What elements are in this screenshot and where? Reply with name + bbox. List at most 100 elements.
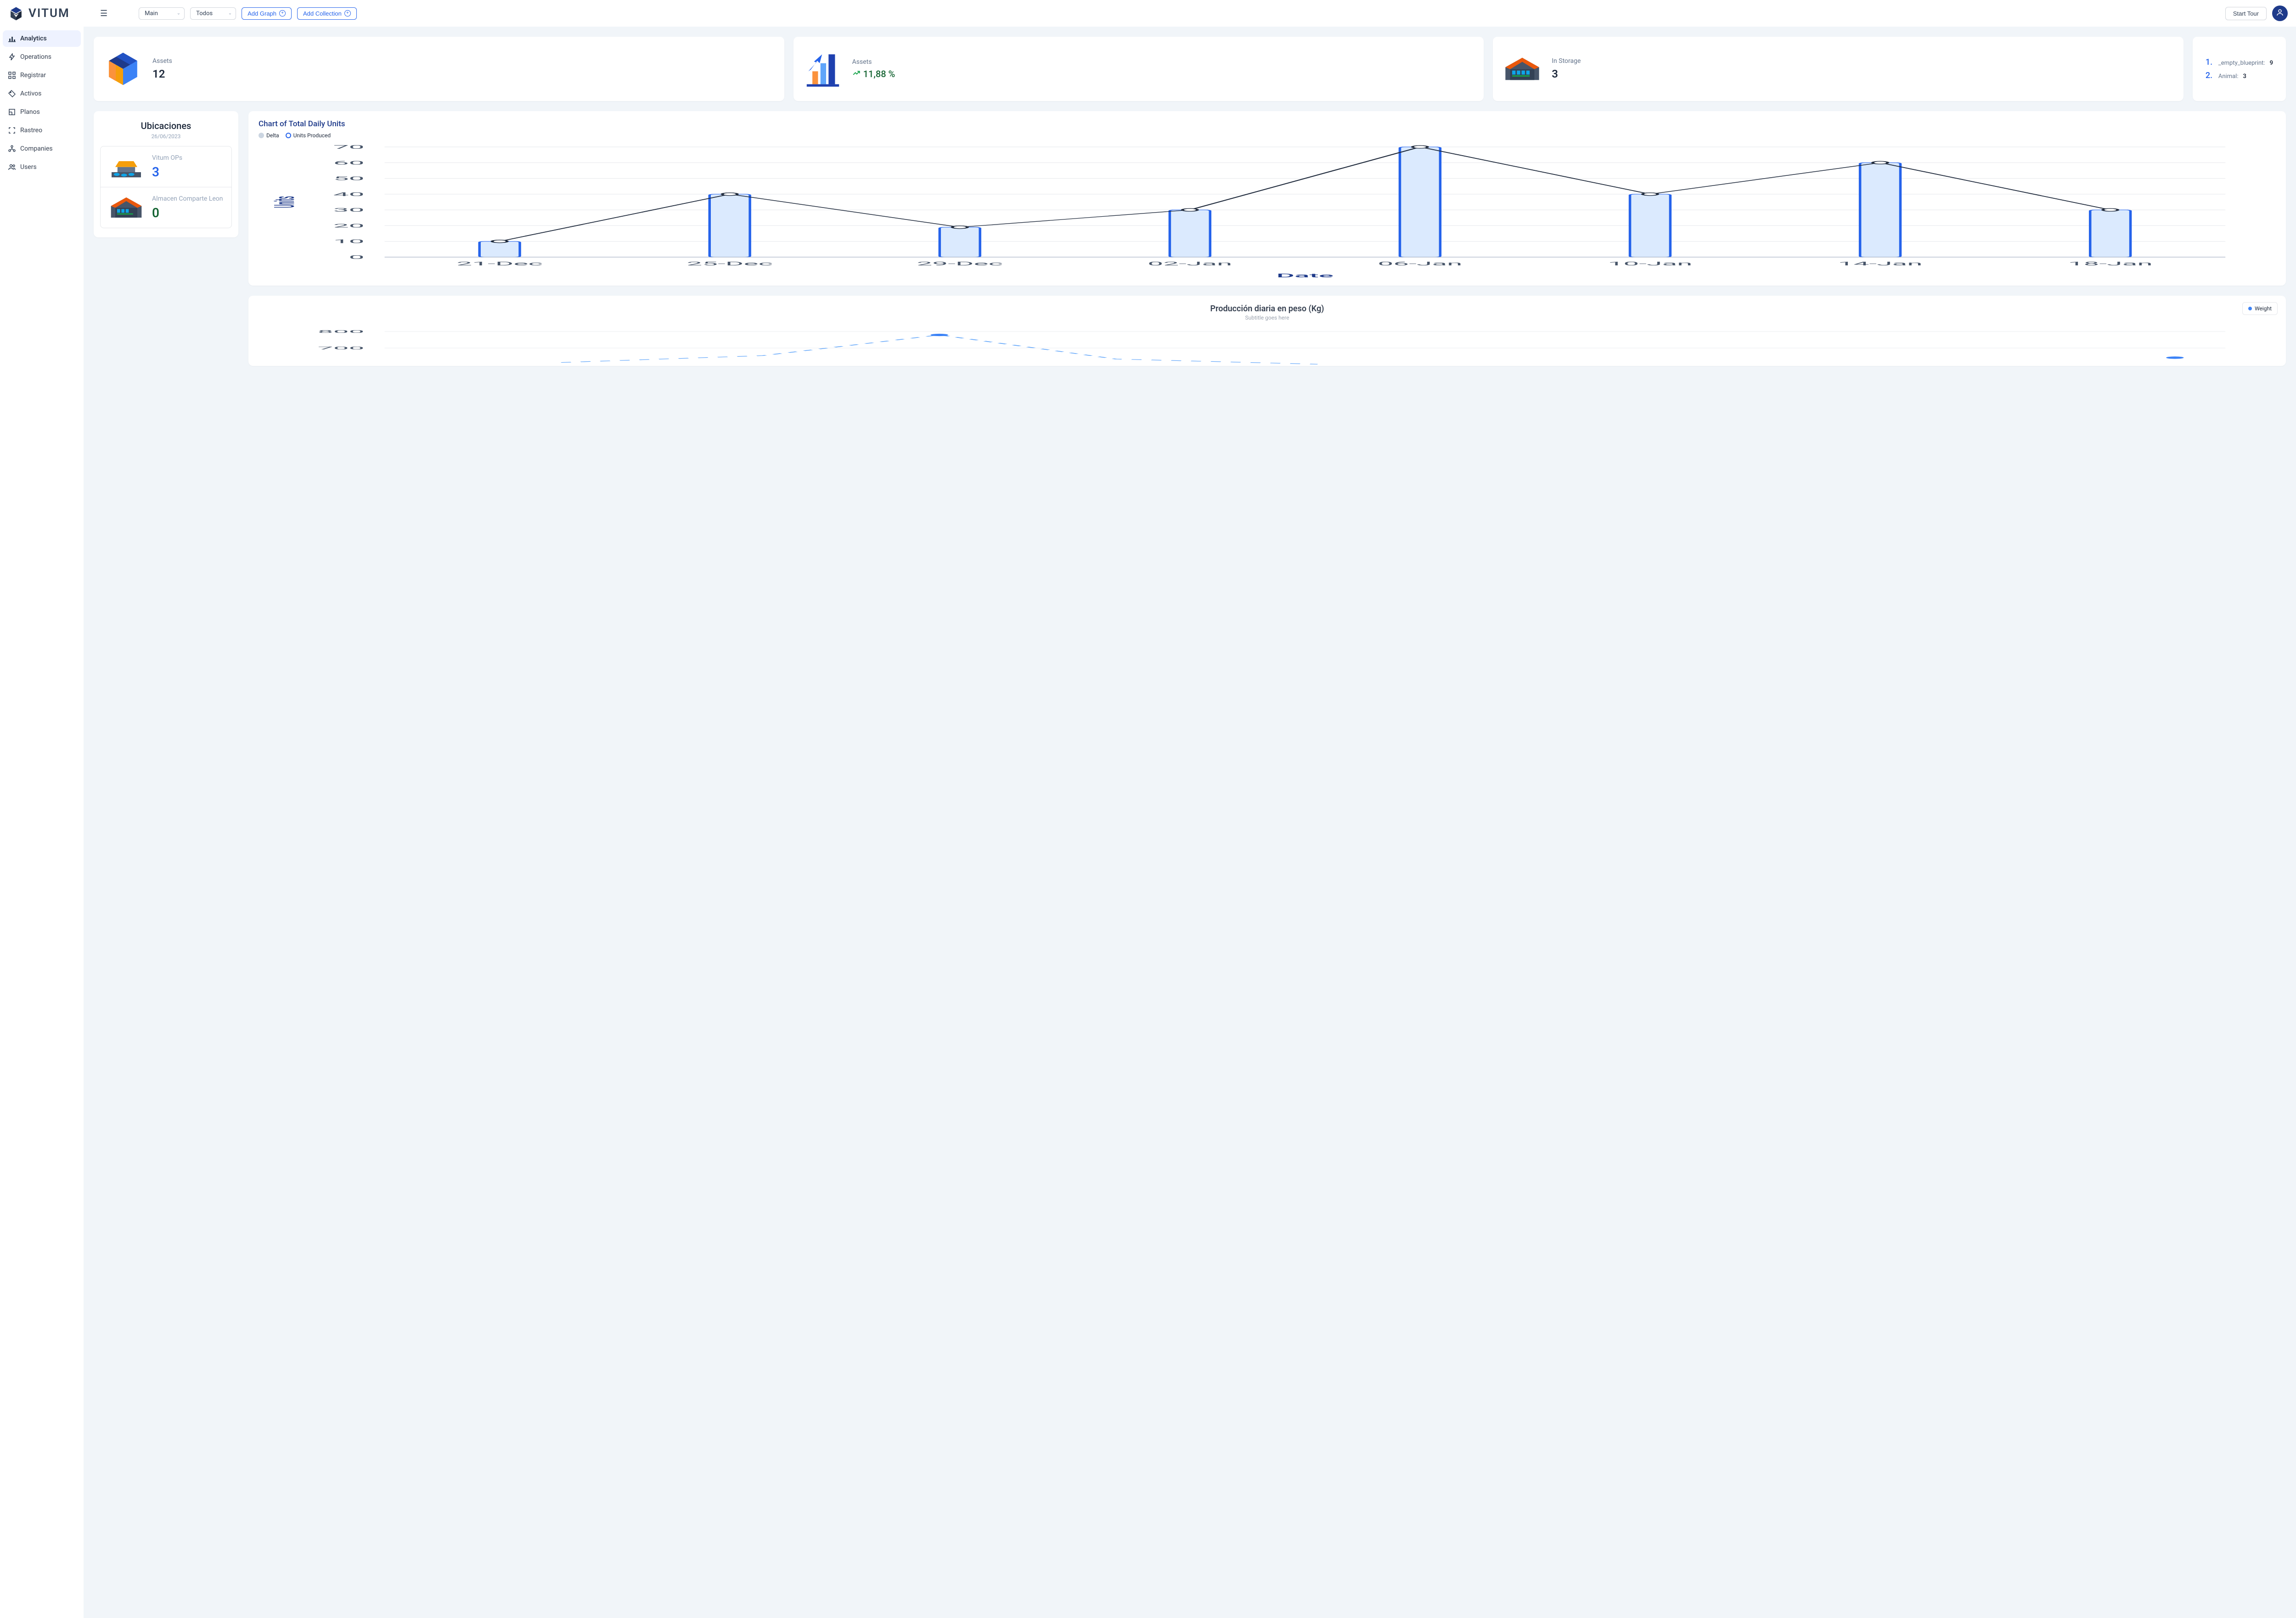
location-count: 3 (152, 164, 182, 180)
stat-value: 11,88 % (852, 68, 895, 79)
location-count: 0 (152, 205, 223, 220)
chart2-plot-area[interactable]: 800700 (259, 325, 2276, 366)
rank-row: 2. Animal: 3 (2206, 71, 2273, 80)
chart-daily-units: Chart of Total Daily Units Delta Units P… (248, 111, 2286, 286)
stat-value: 12 (152, 67, 172, 80)
lot-icon (108, 154, 145, 180)
warehouse-icon (108, 195, 145, 220)
warehouse-icon (1502, 49, 1542, 89)
chart2-subtitle: Subtitle goes here (259, 315, 2276, 321)
svg-text:Units: Units (268, 196, 301, 208)
user-avatar[interactable] (2272, 6, 2288, 21)
stat-card-growth: Assets 11,88 % (793, 37, 1484, 101)
svg-text:50: 50 (333, 175, 365, 181)
svg-text:29-Dec: 29-Dec (917, 261, 1003, 267)
sidebar-item-users[interactable]: Users (3, 159, 81, 175)
plus-circle-icon: + (344, 10, 351, 17)
select-filter[interactable]: Todos ⌄ (190, 7, 236, 20)
svg-text:06-Jan: 06-Jan (1378, 261, 1462, 267)
stat-label: In Storage (1552, 57, 1581, 65)
select-filter-value: Todos (196, 10, 213, 17)
logo-icon (8, 6, 24, 21)
sidebar-item-planos[interactable]: Planos (3, 104, 81, 120)
rank-value: 3 (2243, 73, 2246, 80)
chart2-title: Producción diaria en peso (Kg) (259, 304, 2276, 314)
location-name: Almacen Comparte Leon (152, 195, 223, 203)
sidebar-item-label: Rastreo (20, 127, 42, 134)
logo[interactable]: VITUM (8, 6, 91, 21)
add-collection-button[interactable]: Add Collection + (297, 7, 357, 20)
main-content: Assets 12 Assets (84, 27, 2296, 1618)
stat-card-assets: Assets 12 (94, 37, 784, 101)
chart-bar-icon (8, 35, 16, 42)
select-main[interactable]: Main ⌄ (139, 7, 185, 20)
svg-text:70: 70 (333, 144, 365, 150)
sidebar-item-companies[interactable]: Companies (3, 140, 81, 157)
chart2-legend[interactable]: Weight (2242, 302, 2278, 315)
sidebar-item-rastreo[interactable]: Rastreo (3, 122, 81, 139)
rank-number: 2. (2206, 71, 2216, 80)
svg-text:20: 20 (333, 223, 365, 229)
location-name: Vitum OPs (152, 154, 182, 162)
users-icon (8, 163, 16, 171)
legend-units-produced[interactable]: Units Produced (286, 132, 331, 139)
chevron-down-icon: ⌄ (177, 11, 180, 16)
svg-text:800: 800 (318, 329, 365, 334)
ubicaciones-card: Ubicaciones 26/06/2023 (94, 111, 238, 237)
svg-text:10: 10 (333, 239, 365, 245)
legend-delta[interactable]: Delta (259, 132, 279, 139)
trend-up-icon (852, 68, 861, 79)
location-item[interactable]: Almacen Comparte Leon 0 (101, 187, 231, 228)
menu-icon: ☰ (100, 9, 107, 18)
legend-dot-icon (259, 133, 264, 138)
start-tour-label: Start Tour (2233, 10, 2259, 17)
sidebar-item-label: Operations (20, 53, 51, 61)
legend-dot-icon (286, 133, 291, 138)
svg-text:14-Jan: 14-Jan (1838, 261, 1923, 267)
ubicaciones-title: Ubicaciones (100, 120, 232, 131)
stat-label: Assets (852, 58, 895, 66)
svg-text:40: 40 (333, 191, 365, 197)
brand-text: VITUM (28, 6, 70, 20)
scan-icon (8, 127, 16, 134)
sidebar: Analytics Operations Registrar Activos P… (0, 27, 84, 1618)
sidebar-item-label: Activos (20, 90, 41, 97)
user-icon (2276, 8, 2284, 18)
sidebar-item-label: Companies (20, 145, 53, 152)
blueprint-icon (8, 108, 16, 116)
tag-icon (8, 90, 16, 97)
sidebar-item-activos[interactable]: Activos (3, 85, 81, 102)
svg-text:18-Jan: 18-Jan (2068, 261, 2153, 267)
stat-label: Assets (152, 57, 172, 65)
sidebar-item-label: Users (20, 163, 37, 171)
start-tour-button[interactable]: Start Tour (2225, 7, 2267, 20)
growth-chart-icon (803, 49, 843, 89)
svg-text:Date: Date (1277, 273, 1334, 279)
legend-dot-icon (2248, 307, 2252, 310)
svg-text:60: 60 (333, 160, 365, 166)
rank-value: 9 (2270, 60, 2273, 67)
svg-text:10-Jan: 10-Jan (1608, 261, 1692, 267)
plus-circle-icon: + (279, 10, 286, 17)
cube-icon (103, 49, 143, 89)
rank-row: 1. _empty_blueprint: 9 (2206, 57, 2273, 67)
add-graph-label: Add Graph (248, 10, 276, 17)
chevron-down-icon: ⌄ (228, 11, 232, 16)
select-main-value: Main (145, 10, 158, 17)
chart-daily-weight: Producción diaria en peso (Kg) Subtitle … (248, 296, 2286, 366)
chart-title: Chart of Total Daily Units (259, 119, 2276, 129)
sidebar-item-label: Analytics (20, 35, 47, 42)
ubicaciones-date: 26/06/2023 (100, 133, 232, 140)
grid-icon (8, 72, 16, 79)
svg-text:25-Dec: 25-Dec (687, 261, 773, 267)
chart-plot-area[interactable]: 01020304050607021-Dec25-Dec29-Dec02-Jan0… (259, 142, 2276, 280)
sidebar-item-analytics[interactable]: Analytics (3, 30, 81, 47)
svg-text:02-Jan: 02-Jan (1148, 261, 1232, 267)
add-graph-button[interactable]: Add Graph + (242, 7, 292, 20)
location-item[interactable]: Vitum OPs 3 (101, 146, 231, 187)
svg-text:0: 0 (349, 254, 365, 260)
sidebar-item-registrar[interactable]: Registrar (3, 67, 81, 84)
menu-toggle-button[interactable]: ☰ (96, 7, 111, 20)
stat-card-ranks: 1. _empty_blueprint: 9 2. Animal: 3 (2193, 37, 2286, 101)
sidebar-item-operations[interactable]: Operations (3, 49, 81, 65)
